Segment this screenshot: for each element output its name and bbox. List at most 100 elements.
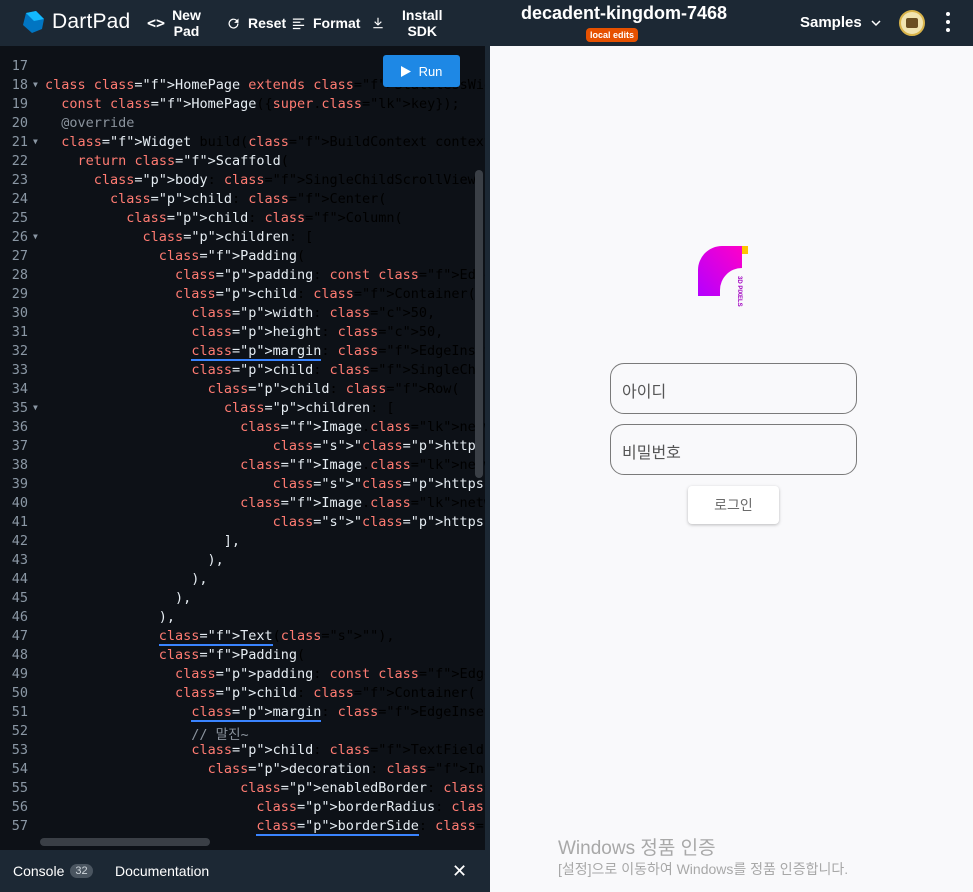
download-icon bbox=[373, 17, 383, 29]
app-preview: 3D PIXELS 아이디 비밀번호 로그인 Windows 정품 인증 [설정… bbox=[490, 46, 973, 892]
code-text: class="p">height: class="c">50, bbox=[191, 324, 444, 340]
line-number: 55 bbox=[11, 780, 28, 796]
code-text: class="p">borderSide: class="f">BorderSi… bbox=[256, 818, 485, 836]
code-text: class="p">children: [ bbox=[142, 229, 314, 245]
line-number: 39 bbox=[11, 476, 28, 492]
code-text: class="p">enabledBorder: class="f">Outli… bbox=[240, 780, 485, 796]
format-align-icon bbox=[292, 18, 305, 29]
code-text: class="p">borderRadius: class="f">Border… bbox=[256, 799, 485, 815]
line-number: 20 bbox=[11, 115, 28, 131]
code-editor[interactable]: 17 18 ▼ class class="f">HomePage extends cl… bbox=[0, 46, 485, 850]
console-label: Console bbox=[13, 863, 65, 879]
line-number: 21 bbox=[11, 134, 28, 150]
top-toolbar: DartPad <> New Pad Reset Format Install … bbox=[0, 0, 973, 46]
line-number: 47 bbox=[11, 628, 28, 644]
id-field[interactable]: 아이디 bbox=[610, 363, 857, 414]
code-brackets-icon: <> bbox=[147, 14, 166, 32]
code-text: class="p">padding: const class="f">EdgeI… bbox=[175, 666, 485, 682]
run-button[interactable]: Run bbox=[383, 55, 460, 87]
app-name: DartPad bbox=[52, 10, 131, 33]
close-icon[interactable]: ✕ bbox=[452, 861, 467, 882]
avatar-image bbox=[906, 18, 918, 28]
line-number: 56 bbox=[11, 799, 28, 815]
line-number: 23 bbox=[11, 172, 28, 188]
code-text: class="p">child: class="f">TextField( bbox=[191, 742, 485, 758]
vertical-scrollbar[interactable] bbox=[475, 170, 483, 478]
id-placeholder: 아이디 bbox=[622, 384, 667, 401]
code-text: ), bbox=[45, 571, 208, 587]
line-number: 31 bbox=[11, 324, 28, 340]
code-text: class="p">margin: class="f">EdgeInsets.c… bbox=[191, 343, 485, 361]
user-avatar[interactable] bbox=[899, 10, 925, 36]
line-number: 41 bbox=[11, 514, 28, 530]
horizontal-scrollbar[interactable] bbox=[40, 838, 210, 846]
line-number: 50 bbox=[11, 685, 28, 701]
chevron-down-icon bbox=[871, 19, 881, 26]
line-number: 34 bbox=[11, 381, 28, 397]
fold-arrow-icon[interactable]: ▼ bbox=[33, 137, 38, 146]
line-number: 17 bbox=[11, 58, 28, 74]
code-text: class="p">width: class="c">50, bbox=[191, 305, 436, 321]
code-text: const class="f">HomePage({super.class="l… bbox=[61, 96, 460, 112]
code-text: class="p">children: [ bbox=[223, 400, 395, 416]
line-number: 19 bbox=[11, 96, 28, 112]
line-number: 52 bbox=[11, 723, 28, 739]
line-number: 42 bbox=[11, 533, 28, 549]
dart-logo-icon bbox=[23, 11, 44, 33]
install-sdk-button[interactable]: Install SDK bbox=[371, 0, 442, 46]
format-button[interactable]: Format bbox=[291, 0, 360, 46]
fold-arrow-icon[interactable]: ▼ bbox=[33, 232, 38, 241]
code-text: class="p">child: class="f">Container( bbox=[175, 685, 476, 701]
new-pad-button[interactable]: <> New Pad bbox=[147, 0, 201, 46]
code-text: // 말진~ bbox=[45, 727, 249, 743]
line-number: 24 bbox=[11, 191, 28, 207]
samples-label: Samples bbox=[800, 14, 862, 31]
code-text: class="f">Widget build(class="f">BuildCo… bbox=[61, 134, 485, 150]
dartpad-logo[interactable]: DartPad bbox=[20, 9, 130, 35]
line-number: 40 bbox=[11, 495, 28, 511]
code-text: class="f">Text(class="s">""), bbox=[158, 628, 395, 646]
code-text: class="p">decoration: class="f">InputDec… bbox=[207, 761, 485, 777]
line-number: 49 bbox=[11, 666, 28, 682]
code-text: class="p">child: class="f">SingleChildSc… bbox=[191, 362, 485, 378]
line-number: 37 bbox=[11, 438, 28, 454]
console-tab[interactable]: Console 32 bbox=[13, 863, 93, 879]
fold-arrow-icon[interactable]: ▼ bbox=[33, 403, 38, 412]
code-text: class="p">child: class="f">Container( bbox=[175, 286, 476, 302]
code-text: class="p">child: class="f">Column( bbox=[126, 210, 403, 226]
more-options-icon[interactable] bbox=[946, 12, 950, 32]
code-text: class="f">Padding( bbox=[158, 248, 306, 264]
line-number: 35 bbox=[11, 400, 28, 416]
line-number: 30 bbox=[11, 305, 28, 321]
code-text: class="f">Padding( bbox=[158, 647, 306, 663]
line-number: 48 bbox=[11, 647, 28, 663]
console-bar: Console 32 Documentation ✕ bbox=[0, 850, 485, 892]
login-button[interactable]: 로그인 bbox=[688, 486, 779, 524]
code-text: ), bbox=[45, 552, 224, 568]
project-title: decadent-kingdom-7468 bbox=[521, 3, 728, 23]
run-label: Run bbox=[418, 63, 443, 79]
refresh-icon bbox=[228, 18, 239, 29]
line-number: 26 bbox=[11, 229, 28, 245]
install-sdk-label: Install SDK bbox=[402, 7, 443, 39]
fold-arrow-icon[interactable]: ▼ bbox=[33, 80, 38, 89]
code-text: class="p">child: class="f">Center( bbox=[110, 191, 387, 207]
code-text: @override bbox=[45, 115, 135, 131]
code-text: class="f">Image.class="lk">network( bbox=[240, 457, 485, 473]
code-text: class="p">padding: const class="f">EdgeI… bbox=[175, 267, 485, 283]
line-number: 28 bbox=[11, 267, 28, 283]
code-text: class="p">margin: class="f">EdgeInsets.c… bbox=[191, 704, 485, 722]
line-number: 29 bbox=[11, 286, 28, 302]
network-image-row: 3D PIXELS bbox=[698, 246, 748, 307]
line-number: 44 bbox=[11, 571, 28, 587]
documentation-tab[interactable]: Documentation bbox=[115, 863, 209, 879]
code-text: ), bbox=[45, 609, 176, 625]
password-field[interactable]: 비밀번호 bbox=[610, 424, 857, 475]
line-number: 53 bbox=[11, 742, 28, 758]
reset-button[interactable]: Reset bbox=[226, 0, 286, 46]
line-number: 38 bbox=[11, 457, 28, 473]
line-number: 33 bbox=[11, 362, 28, 378]
samples-dropdown[interactable]: Samples bbox=[800, 14, 882, 31]
line-number: 54 bbox=[11, 761, 28, 777]
line-number: 22 bbox=[11, 153, 28, 169]
